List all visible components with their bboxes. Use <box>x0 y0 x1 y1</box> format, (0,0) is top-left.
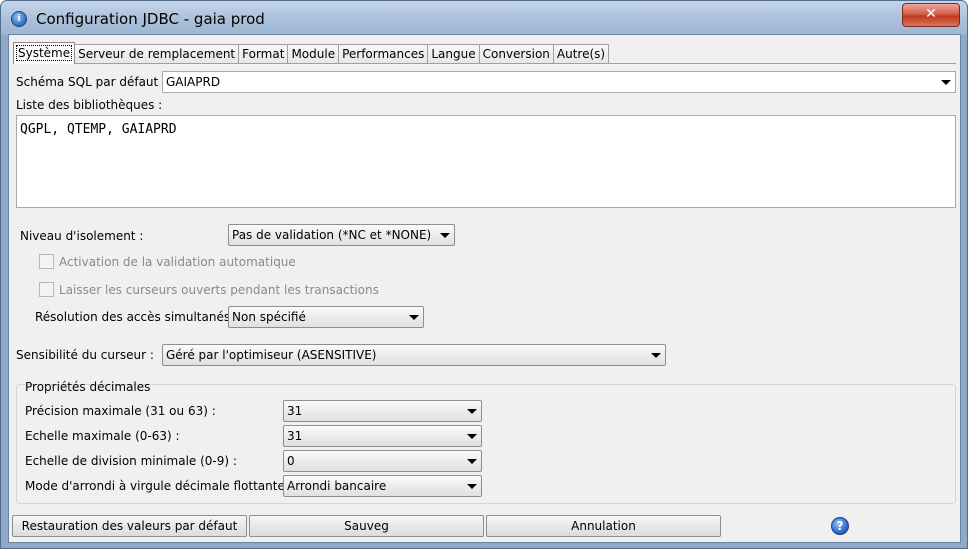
autocommit-label: Activation de la validation automatique <box>59 255 296 269</box>
title-bar[interactable]: i Configuration JDBC - gaia prod ✕ <box>1 1 967 35</box>
cursor-sensitivity-select[interactable]: Géré par l'optimiseur (ASENSITIVE) <box>162 344 666 366</box>
max-precision-label: Précision maximale (31 ou 63) : <box>25 404 216 418</box>
chevron-down-icon <box>440 233 450 238</box>
tab-panel-systeme: Schéma SQL par défaut : GAIAPRD Liste de… <box>13 63 956 505</box>
tab-systeme[interactable]: Système <box>13 42 76 64</box>
window-title: Configuration JDBC - gaia prod <box>36 10 265 28</box>
tab-langue[interactable]: Langue <box>428 44 480 64</box>
isolation-select[interactable]: Pas de validation (*NC et *NONE) <box>228 224 455 246</box>
restore-defaults-button[interactable]: Restauration des valeurs par défaut <box>12 515 247 537</box>
max-scale-label: Echelle maximale (0-63) : <box>25 429 180 443</box>
min-division-scale-select[interactable]: 0 <box>283 450 482 472</box>
libraries-label: Liste des bibliothèques : <box>16 98 163 112</box>
chevron-down-icon <box>941 80 951 85</box>
app-icon: i <box>11 11 27 27</box>
cursor-sensitivity-label: Sensibilité du curseur : <box>16 348 154 362</box>
autocommit-checkbox[interactable] <box>39 254 54 269</box>
max-scale-select[interactable]: 31 <box>283 425 482 447</box>
tab-performances[interactable]: Performances <box>339 44 429 64</box>
cancel-button[interactable]: Annulation <box>486 515 721 537</box>
chevron-down-icon <box>409 315 419 320</box>
min-division-scale-value: 0 <box>287 454 295 468</box>
rounding-mode-select[interactable]: Arrondi bancaire <box>283 475 482 497</box>
isolation-value: Pas de validation (*NC et *NONE) <box>232 228 432 242</box>
max-scale-value: 31 <box>287 429 303 443</box>
help-icon[interactable]: ? <box>831 517 849 535</box>
tab-autres[interactable]: Autre(s) <box>553 44 610 64</box>
schema-select[interactable]: GAIAPRD <box>162 71 956 93</box>
save-button[interactable]: Sauveg <box>249 515 484 537</box>
concurrent-access-select[interactable]: Non spécifié <box>228 306 424 328</box>
tab-module[interactable]: Module <box>288 44 340 64</box>
chevron-down-icon <box>651 353 661 358</box>
tab-bar: Système Serveur de remplacement Format M… <box>13 42 610 64</box>
chevron-down-icon <box>467 434 477 439</box>
chevron-down-icon <box>467 409 477 414</box>
decimal-group-title: Propriétés décimales <box>25 380 151 394</box>
concurrent-access-label: Résolution des accès simultanés : <box>35 310 238 324</box>
rounding-mode-label: Mode d'arrondi à virgule décimale flotta… <box>25 479 293 493</box>
chevron-down-icon <box>467 484 477 489</box>
max-precision-value: 31 <box>287 404 303 418</box>
dialog-window: i Configuration JDBC - gaia prod ✕ Systè… <box>0 0 968 549</box>
close-button[interactable]: ✕ <box>902 3 960 27</box>
min-division-scale-label: Echelle de division minimale (0-9) : <box>25 454 237 468</box>
rounding-mode-value: Arrondi bancaire <box>287 479 387 493</box>
keep-cursors-label: Laisser les curseurs ouverts pendant les… <box>59 283 379 297</box>
concurrent-access-value: Non spécifié <box>232 310 306 324</box>
tab-serveur-de-remplacement[interactable]: Serveur de remplacement <box>75 44 240 64</box>
libraries-textarea[interactable]: QGPL, QTEMP, GAIAPRD <box>16 115 956 208</box>
tab-format[interactable]: Format <box>239 44 289 64</box>
schema-label: Schéma SQL par défaut : <box>16 75 167 89</box>
tab-conversion[interactable]: Conversion <box>479 44 554 64</box>
schema-value: GAIAPRD <box>166 75 221 89</box>
dialog-client: Système Serveur de remplacement Format M… <box>8 34 961 543</box>
keep-cursors-checkbox[interactable] <box>39 282 54 297</box>
isolation-label: Niveau d'isolement : <box>20 229 144 243</box>
cursor-sensitivity-value: Géré par l'optimiseur (ASENSITIVE) <box>166 348 377 362</box>
chevron-down-icon <box>467 459 477 464</box>
max-precision-select[interactable]: 31 <box>283 400 482 422</box>
